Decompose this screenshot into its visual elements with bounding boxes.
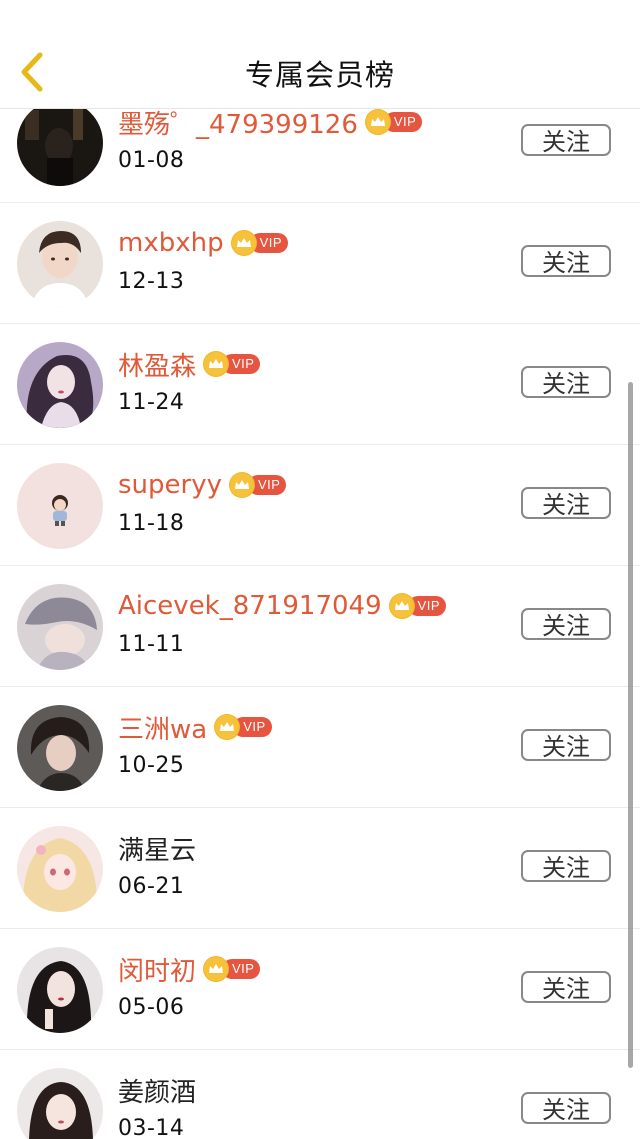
scrollbar[interactable] <box>628 382 633 1068</box>
avatar[interactable] <box>17 221 103 307</box>
member-name[interactable]: 闵时初 <box>118 951 196 988</box>
crown-icon <box>365 110 390 134</box>
avatar[interactable] <box>17 947 103 1033</box>
crown-icon <box>204 352 229 376</box>
member-date: 05-06 <box>118 995 185 1020</box>
vip-badge: VIP <box>365 109 423 135</box>
follow-button[interactable]: 关注 <box>521 729 611 761</box>
member-row[interactable]: 姜颜酒 03-14 关注 <box>0 1050 640 1139</box>
crown-icon <box>389 594 414 618</box>
member-row[interactable]: Aicevek_871917049 VIP 11-11 关注 <box>0 566 640 687</box>
member-date: 12-13 <box>118 269 185 294</box>
avatar[interactable] <box>17 100 103 186</box>
crown-icon <box>204 957 229 981</box>
vip-badge: VIP <box>389 593 447 619</box>
vip-badge: VIP <box>204 351 261 377</box>
follow-button[interactable]: 关注 <box>521 608 611 640</box>
vip-badge: VIP <box>230 472 287 498</box>
avatar[interactable] <box>17 584 103 670</box>
member-date: 10-25 <box>118 753 185 778</box>
member-name-line: 闵时初 VIP <box>118 949 261 989</box>
vip-badge: VIP <box>231 230 289 256</box>
member-name[interactable]: 墨殇゜_479399126 <box>118 104 358 141</box>
member-name[interactable]: mxbxhp <box>118 228 224 258</box>
member-name[interactable]: 满星云 <box>118 830 196 867</box>
avatar[interactable] <box>17 705 103 791</box>
member-date: 01-08 <box>118 148 185 173</box>
follow-button[interactable]: 关注 <box>521 971 611 1003</box>
member-name-line: mxbxhp VIP <box>118 223 289 263</box>
page-title: 专属会员榜 <box>244 58 395 92</box>
follow-button[interactable]: 关注 <box>521 850 611 882</box>
crown-icon <box>231 231 256 255</box>
member-row[interactable]: 闵时初 VIP 05-06 关注 <box>0 929 640 1050</box>
member-date: 06-21 <box>118 874 185 899</box>
member-date: 03-14 <box>118 1116 185 1139</box>
member-date: 11-11 <box>118 632 185 657</box>
navigation-bar: 专属会员榜 <box>0 0 640 109</box>
follow-button[interactable]: 关注 <box>521 1092 611 1124</box>
member-row[interactable]: 三洲wa VIP 10-25 关注 <box>0 687 640 808</box>
follow-button[interactable]: 关注 <box>521 487 611 519</box>
crown-icon <box>230 473 254 497</box>
member-name-line: superyy VIP <box>118 465 287 505</box>
member-name-line: 姜颜酒 <box>118 1070 196 1110</box>
avatar[interactable] <box>17 342 103 428</box>
follow-button[interactable]: 关注 <box>521 366 611 398</box>
member-name[interactable]: superyy <box>118 470 222 500</box>
member-name-line: Aicevek_871917049 VIP <box>118 586 447 626</box>
member-date: 11-18 <box>118 511 185 536</box>
member-name[interactable]: 林盈森 <box>118 346 196 383</box>
member-row[interactable]: 满星云 06-21 关注 <box>0 808 640 929</box>
member-name-line: 林盈森 VIP <box>118 344 261 384</box>
avatar[interactable] <box>17 826 103 912</box>
member-row[interactable]: superyy VIP 11-18 关注 <box>0 445 640 566</box>
member-name[interactable]: Aicevek_871917049 <box>118 591 382 621</box>
follow-button[interactable]: 关注 <box>521 245 611 277</box>
member-name-line: 三洲wa VIP <box>118 707 272 747</box>
crown-icon <box>215 715 240 739</box>
member-name[interactable]: 姜颜酒 <box>118 1072 196 1109</box>
follow-button[interactable]: 关注 <box>521 124 611 156</box>
member-ranking-screen: 专属会员榜 墨殇゜_479399126 VIP 01-08 关注 mxbxhp … <box>0 0 640 1139</box>
vip-badge: VIP <box>215 714 272 740</box>
member-date: 11-24 <box>118 390 185 415</box>
member-name[interactable]: 三洲wa <box>118 709 207 746</box>
member-name-line: 满星云 <box>118 828 196 868</box>
avatar[interactable] <box>17 463 103 549</box>
vip-badge: VIP <box>204 956 261 982</box>
member-row[interactable]: mxbxhp VIP 12-13 关注 <box>0 203 640 324</box>
member-row[interactable]: 林盈森 VIP 11-24 关注 <box>0 324 640 445</box>
avatar[interactable] <box>17 1068 103 1139</box>
member-list: 墨殇゜_479399126 VIP 01-08 关注 mxbxhp VIP 12… <box>0 82 640 1139</box>
